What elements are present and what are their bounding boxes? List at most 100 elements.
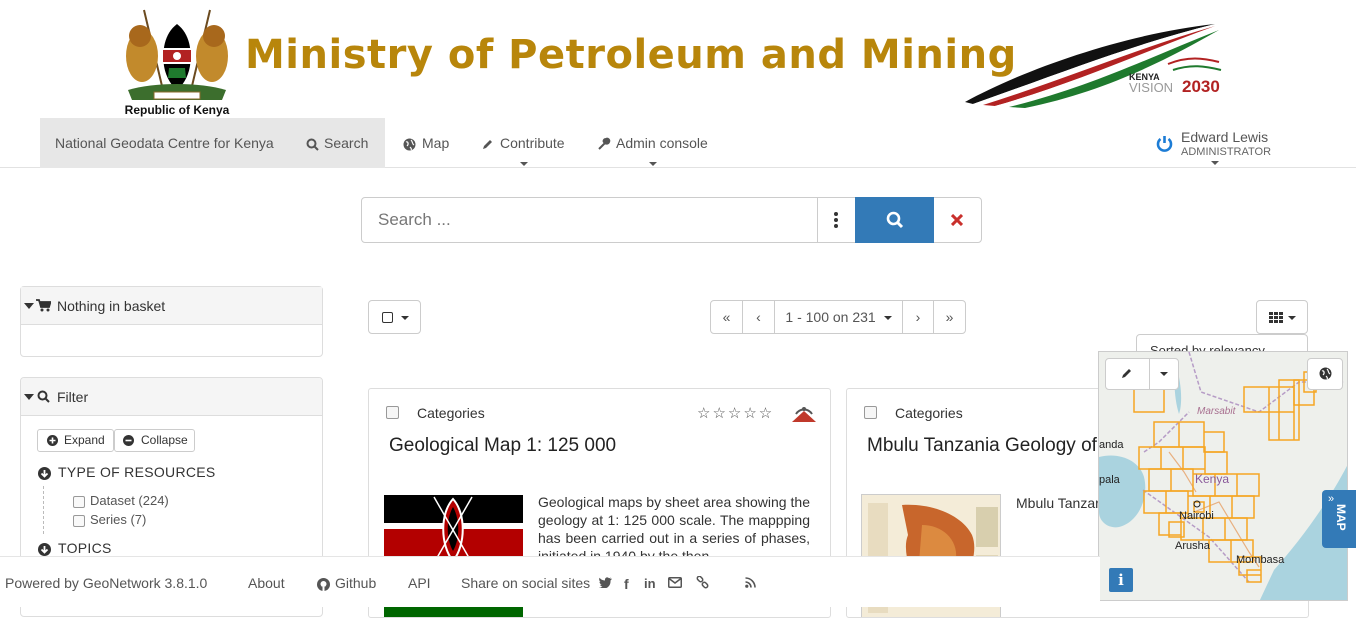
map-globe-button[interactable] — [1307, 358, 1343, 390]
linkedin-icon[interactable]: in — [644, 576, 656, 591]
link-icon[interactable] — [696, 576, 709, 589]
page-range-label: 1 - 100 on 231 — [785, 309, 876, 325]
user-menu[interactable]: Edward Lewis ADMINISTRATOR — [1155, 118, 1285, 168]
checkbox-icon — [382, 312, 393, 323]
result-category[interactable]: Categories — [417, 405, 485, 421]
pagination: « ‹ 1 - 100 on 231 › » — [710, 300, 966, 334]
facet-topics[interactable]: TOPICS — [38, 540, 112, 556]
chevron-down-icon — [883, 316, 892, 321]
rating-stars[interactable]: ☆☆☆☆☆ — [697, 404, 774, 422]
globe-icon — [1319, 367, 1332, 380]
chevron-down-icon — [649, 162, 657, 166]
nav-contribute-label: Contribute — [500, 135, 565, 151]
nav-contribute-menu[interactable]: Contribute — [481, 118, 567, 168]
facet-type-of-resources[interactable]: TYPE OF RESOURCES — [38, 464, 216, 480]
filter-header[interactable]: Filter — [21, 378, 322, 416]
chevron-down-icon — [1211, 161, 1219, 165]
map-label-anda: anda — [1099, 439, 1124, 451]
pencil-icon — [481, 138, 494, 151]
map-label-marsabit: Marsabit — [1197, 406, 1237, 417]
search-clear-button[interactable] — [934, 198, 981, 242]
search-icon — [37, 390, 50, 403]
map-tab-label: MAP — [1334, 504, 1348, 531]
expand-button[interactable]: Expand — [37, 429, 114, 452]
result-category[interactable]: Categories — [895, 405, 963, 421]
globe-icon — [403, 138, 416, 151]
collapse-button[interactable]: Collapse — [114, 429, 195, 452]
facet-item-dataset[interactable]: Dataset (224) — [73, 493, 169, 508]
vertical-ellipsis-icon — [834, 212, 838, 228]
nav-search-label: Search — [324, 135, 369, 151]
select-all-dropdown[interactable] — [368, 300, 421, 334]
checkbox[interactable] — [73, 515, 85, 527]
facet-item-series[interactable]: Series (7) — [73, 512, 146, 527]
result-title[interactable]: Mbulu Tanzania Geology of — [867, 435, 1097, 457]
search-submit-button[interactable] — [855, 197, 934, 243]
last-page-button[interactable]: » — [934, 301, 965, 333]
ministry-title: Ministry of Petroleum and Mining — [245, 32, 1017, 78]
power-icon — [1155, 134, 1174, 153]
basket-title: Nothing in basket — [57, 298, 166, 314]
about-link[interactable]: About — [248, 575, 285, 591]
search-icon — [306, 138, 319, 151]
search-options-button[interactable] — [817, 198, 855, 242]
nav-search-link[interactable]: Search — [286, 118, 385, 168]
filter-title: Filter — [57, 389, 89, 405]
kenya-vision-2030-logo: KENYA VISION 2030 — [963, 22, 1253, 108]
search-bar — [361, 197, 982, 243]
first-page-button[interactable]: « — [711, 301, 743, 333]
result-checkbox[interactable] — [386, 406, 399, 419]
site-footer: Powered by GeoNetwork 3.8.1.0 About Gith… — [0, 556, 1100, 607]
search-input[interactable] — [362, 198, 817, 242]
cart-icon — [36, 299, 51, 312]
page-range-dropdown[interactable]: 1 - 100 on 231 — [775, 301, 903, 333]
checkbox[interactable] — [73, 496, 85, 508]
map-draw-button[interactable] — [1106, 359, 1150, 389]
map-toggle-tab[interactable]: » MAP — [1322, 490, 1356, 548]
pencil-icon — [1120, 367, 1133, 380]
result-description: Mbulu Tanzar — [1016, 495, 1100, 511]
twitter-icon[interactable] — [599, 577, 612, 588]
chevron-down-icon — [520, 162, 528, 166]
main-navbar: National Geodata Centre for Kenya Search… — [0, 118, 1356, 168]
chevron-down-icon — [1288, 316, 1296, 320]
github-icon — [317, 577, 330, 591]
map-label-arusha: Arusha — [1175, 540, 1211, 552]
facet-type-label: TYPE OF RESOURCES — [58, 464, 216, 480]
chevron-down-icon — [401, 316, 409, 320]
circle-arrow-down-icon — [38, 467, 51, 480]
map-panel[interactable]: Marsabit Kenya Nairobi Arusha Mombasa an… — [1098, 351, 1348, 601]
nav-home-link[interactable]: National Geodata Centre for Kenya — [40, 118, 286, 168]
map-label-nairobi: Nairobi — [1179, 510, 1214, 522]
nav-admin-menu[interactable]: Admin console — [597, 118, 709, 168]
nav-admin-label: Admin console — [616, 135, 708, 151]
facet-item-label: Dataset (224) — [90, 493, 169, 508]
coat-of-arms-logo: Republic of Kenya — [114, 6, 240, 118]
minus-circle-icon — [123, 435, 134, 446]
github-label: Github — [335, 575, 377, 591]
map-draw-options-button[interactable] — [1150, 359, 1178, 389]
nav-map-link[interactable]: Map — [403, 118, 449, 168]
map-info-button[interactable]: i — [1109, 568, 1133, 592]
wrench-icon — [597, 137, 611, 151]
next-page-button[interactable]: › — [903, 301, 934, 333]
circle-arrow-down-icon — [38, 543, 51, 556]
powered-by-text: Powered by GeoNetwork 3.8.1.0 — [5, 575, 208, 591]
email-icon[interactable] — [668, 577, 682, 588]
facebook-icon[interactable]: f — [624, 576, 629, 592]
caret-down-icon — [24, 394, 34, 400]
basket-header[interactable]: Nothing in basket — [21, 287, 322, 325]
result-title[interactable]: Geological Map 1: 125 000 — [389, 435, 616, 457]
layout-toggle-dropdown[interactable] — [1256, 300, 1308, 334]
map-draw-toolbar — [1105, 358, 1179, 390]
map-label-mombasa: Mombasa — [1236, 554, 1285, 566]
facet-tree-line — [43, 486, 44, 534]
expand-label: Expand — [64, 433, 105, 447]
collapse-label: Collapse — [141, 433, 188, 447]
result-checkbox[interactable] — [864, 406, 877, 419]
search-icon — [886, 211, 904, 229]
rss-icon[interactable] — [745, 577, 756, 588]
github-link[interactable]: Github — [317, 575, 376, 591]
prev-page-button[interactable]: ‹ — [743, 301, 775, 333]
api-link[interactable]: API — [408, 575, 431, 591]
